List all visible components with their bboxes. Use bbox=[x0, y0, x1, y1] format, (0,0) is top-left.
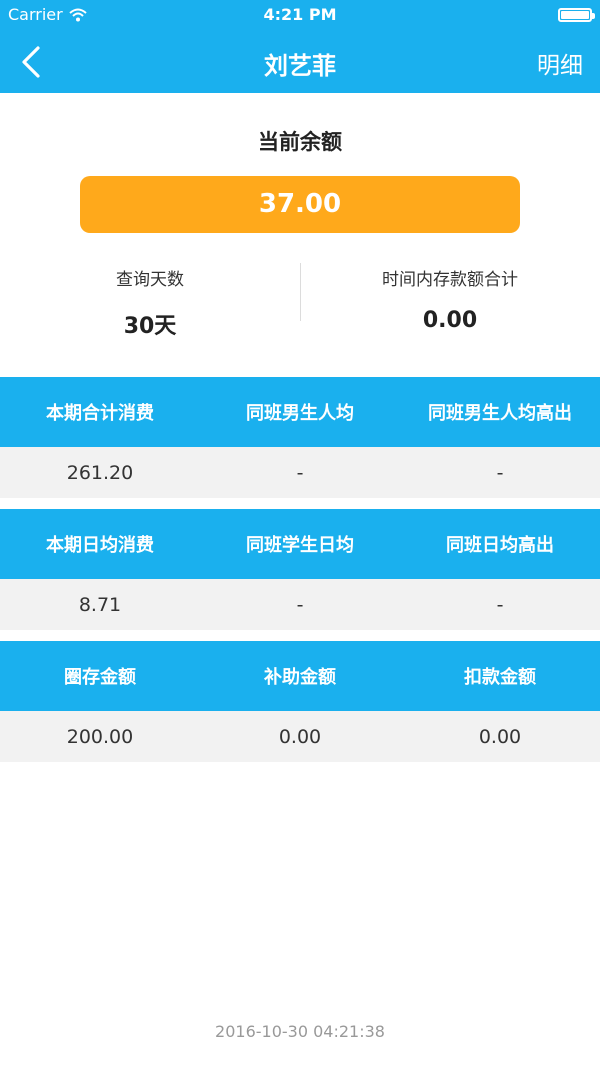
section-header: 本期日均消费 同班学生日均 同班日均高出 bbox=[0, 509, 600, 579]
battery-icon bbox=[558, 8, 595, 22]
value-cell: 200.00 bbox=[66, 725, 134, 748]
status-bar: Carrier 4:21 PM bbox=[0, 0, 600, 30]
detail-button[interactable]: 明细 bbox=[537, 46, 583, 80]
section-header: 圈存金额 补助金额 扣款金额 bbox=[0, 641, 600, 711]
balance-value: 37.00 bbox=[80, 176, 520, 233]
value-cell: - bbox=[496, 593, 504, 616]
stat-query-days: 查询天数 30天 bbox=[0, 265, 300, 340]
footer-timestamp: 2016-10-30 04:21:38 bbox=[215, 1022, 385, 1041]
section-daily-consumption: 本期日均消费 同班学生日均 同班日均高出 8.71 - - bbox=[0, 509, 600, 630]
section-amounts: 圈存金额 补助金额 扣款金额 200.00 0.00 0.00 bbox=[0, 641, 600, 762]
header-cell: 本期合计消费 bbox=[46, 403, 154, 424]
status-time: 4:21 PM bbox=[263, 5, 337, 24]
section-total-consumption: 本期合计消费 同班男生人均 同班男生人均高出 261.20 - - bbox=[0, 377, 600, 498]
section-header: 本期合计消费 同班男生人均 同班男生人均高出 bbox=[0, 377, 600, 447]
value-cell: 261.20 bbox=[66, 461, 134, 484]
header-cell: 同班男生人均高出 bbox=[428, 403, 572, 424]
section-values: 200.00 0.00 0.00 bbox=[0, 711, 600, 762]
section-values: 261.20 - - bbox=[0, 447, 600, 498]
stat-deposit-total: 时间内存款额合计 0.00 bbox=[300, 265, 600, 333]
stat-value: 0.00 bbox=[422, 308, 478, 333]
value-cell: - bbox=[296, 461, 304, 484]
header-cell: 同班日均高出 bbox=[446, 535, 554, 556]
value-cell: 8.71 bbox=[78, 593, 122, 616]
stat-label: 查询天数 bbox=[116, 270, 184, 290]
stat-value: 30天 bbox=[123, 314, 177, 339]
balance-title: 当前余额 bbox=[258, 130, 342, 154]
header-cell: 同班男生人均 bbox=[246, 403, 354, 424]
value-cell: - bbox=[496, 461, 504, 484]
page-title: 刘艺菲 bbox=[264, 52, 336, 80]
value-cell: 0.00 bbox=[278, 725, 322, 748]
header-cell: 本期日均消费 bbox=[46, 535, 154, 556]
value-cell: - bbox=[296, 593, 304, 616]
header-cell: 同班学生日均 bbox=[246, 535, 354, 556]
header: Carrier 4:21 PM 刘艺菲 明细 bbox=[0, 0, 600, 93]
section-values: 8.71 - - bbox=[0, 579, 600, 630]
nav-bar: 刘艺菲 明细 bbox=[0, 30, 600, 93]
header-cell: 扣款金额 bbox=[464, 667, 536, 688]
header-cell: 补助金额 bbox=[264, 667, 336, 688]
stat-label: 时间内存款额合计 bbox=[382, 270, 518, 290]
value-cell: 0.00 bbox=[478, 725, 522, 748]
header-cell: 圈存金额 bbox=[64, 667, 136, 688]
